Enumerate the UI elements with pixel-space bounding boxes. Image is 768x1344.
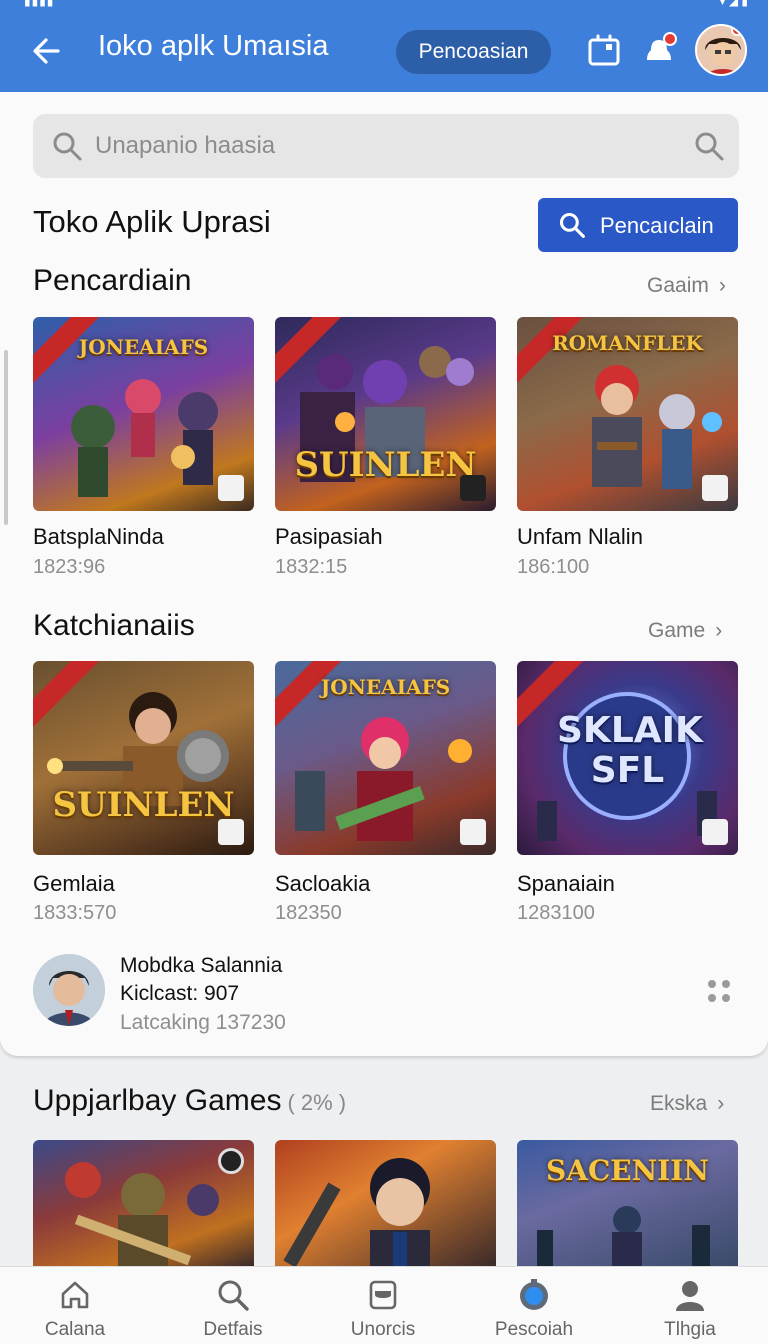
game-thumbnail[interactable] — [33, 1140, 254, 1266]
game-name: BatsplaNinda — [33, 524, 164, 549]
platform-badge-icon — [460, 819, 486, 845]
chevron-right-icon: › — [715, 619, 723, 642]
game-thumbnail[interactable]: ROMANFLEK — [517, 317, 738, 511]
game-count: 186:100 — [517, 556, 590, 578]
store-icon[interactable] — [586, 32, 622, 68]
nav-item-home[interactable]: Calana — [0, 1267, 150, 1344]
search-cta-button[interactable]: Pencaıclain — [538, 198, 738, 252]
status-icons: ▾ ◢ ▮ — [719, 0, 748, 8]
page-title: Toko Aplik Uprasi — [33, 204, 271, 239]
notifications-button[interactable] — [641, 32, 677, 68]
game-name: Pasipasiah — [275, 524, 383, 549]
scroll-indicator — [4, 350, 8, 525]
nav-label: Pescoiah — [494, 1319, 574, 1340]
platform-badge-icon — [218, 819, 244, 845]
section-title-label: Uppjarlbay Games — [33, 1084, 282, 1117]
see-all-link[interactable]: Gaaim › — [647, 274, 726, 298]
nav-item-profile[interactable]: Tlhgia — [615, 1267, 765, 1344]
game-name: Unfam Nlalin — [517, 524, 643, 549]
user-avatar — [33, 954, 105, 1026]
platform-badge-icon — [218, 475, 244, 501]
user-name: Mobdka Salannia — [120, 954, 283, 977]
section-title: Katchianaiis — [33, 609, 195, 642]
chevron-right-icon: › — [718, 274, 726, 297]
nav-label: Tlhgia — [664, 1319, 716, 1340]
game-thumbnail[interactable] — [275, 1140, 496, 1266]
search-placeholder: Unapanio haasia — [95, 132, 276, 159]
more-options-icon[interactable] — [704, 976, 734, 1006]
see-all-link[interactable]: Game › — [648, 619, 722, 643]
game-thumbnail[interactable]: JONEAIAFS — [275, 661, 496, 855]
platform-badge-icon — [460, 475, 486, 501]
app-bar: ▮▮▮▮ ▾ ◢ ▮ Ioko aplk Umaısia Pencoasian — [0, 0, 768, 92]
game-thumbnail[interactable]: SUINLEN — [275, 317, 496, 511]
game-count: 1823:96 — [33, 556, 106, 578]
game-thumbnail[interactable]: SACENIIN — [517, 1140, 738, 1266]
user-kickcast: Kiclcast: 907 — [120, 982, 240, 1005]
see-all-label: Ekska — [650, 1092, 708, 1115]
game-count: 1833:570 — [33, 902, 117, 924]
bottom-nav: Calana Detfais Unorcis Pescoiah Tlhgia — [0, 1266, 768, 1344]
user-face-icon — [33, 954, 105, 1026]
search-input[interactable]: Unapanio haasia — [33, 114, 739, 178]
store-card: Unapanio haasia Toko Aplik Uprasi Pencaı… — [0, 92, 768, 1056]
settings-badge-icon — [218, 1148, 244, 1174]
chevron-right-icon: › — [717, 1092, 725, 1115]
profile-badge — [731, 26, 743, 36]
radio-target-icon — [520, 1279, 548, 1310]
platform-badge-icon — [702, 475, 728, 501]
nav-item-target[interactable]: Pescoiah — [459, 1267, 609, 1344]
see-all-label: Gaaim — [647, 274, 709, 297]
game-name: Gemlaia — [33, 871, 115, 896]
game-logo: SKLAIK SFL — [557, 710, 703, 791]
home-icon — [61, 1281, 89, 1309]
game-thumbnail[interactable]: JONEAIAFS — [33, 317, 254, 511]
see-all-link[interactable]: Ekska › — [650, 1092, 724, 1116]
section-title: Uppjarlbay Games( 2% ) — [33, 1084, 346, 1118]
user-ranking: Latcaking 137230 — [120, 1011, 286, 1034]
profile-avatar[interactable] — [695, 24, 747, 76]
nav-label: Calana — [44, 1319, 106, 1340]
game-thumbnail[interactable]: SUINLEN — [33, 661, 254, 855]
nav-item-inbox[interactable]: Unorcis — [308, 1267, 458, 1344]
search-submit-icon[interactable] — [693, 130, 725, 162]
game-thumbnail[interactable]: SKLAIK SFL — [517, 661, 738, 855]
see-all-label: Game — [648, 619, 706, 642]
section-count: ( 2% ) — [287, 1090, 347, 1115]
game-count: 182350 — [275, 902, 342, 924]
game-art — [283, 1158, 430, 1266]
back-arrow-icon[interactable] — [28, 32, 66, 70]
game-name: Sacloakia — [275, 871, 371, 896]
search-icon — [218, 1280, 249, 1311]
status-bar: ▮▮▮▮ ▾ ◢ ▮ — [0, 0, 768, 10]
signal-icon: ▮▮▮▮ — [24, 0, 55, 8]
nav-item-search[interactable]: Detfais — [158, 1267, 308, 1344]
section-title: Pencardiain — [33, 264, 192, 297]
game-name: Spanaiain — [517, 871, 615, 896]
nav-label: Unorcis — [350, 1319, 416, 1340]
pill-search-button[interactable]: Pencoasian — [396, 30, 551, 74]
platform-badge-icon — [702, 819, 728, 845]
nav-label: Detfais — [203, 1319, 263, 1340]
game-count: 1832:15 — [275, 556, 348, 578]
search-icon — [559, 212, 585, 238]
inbox-icon — [369, 1280, 397, 1310]
app-title: Ioko aplk Umaısia — [98, 30, 329, 62]
person-icon — [676, 1281, 704, 1311]
search-icon — [53, 132, 82, 161]
game-art — [537, 1206, 710, 1266]
search-cta-label: Pencaıclain — [600, 213, 714, 238]
game-count: 1283100 — [517, 902, 595, 924]
notification-badge — [663, 32, 677, 46]
